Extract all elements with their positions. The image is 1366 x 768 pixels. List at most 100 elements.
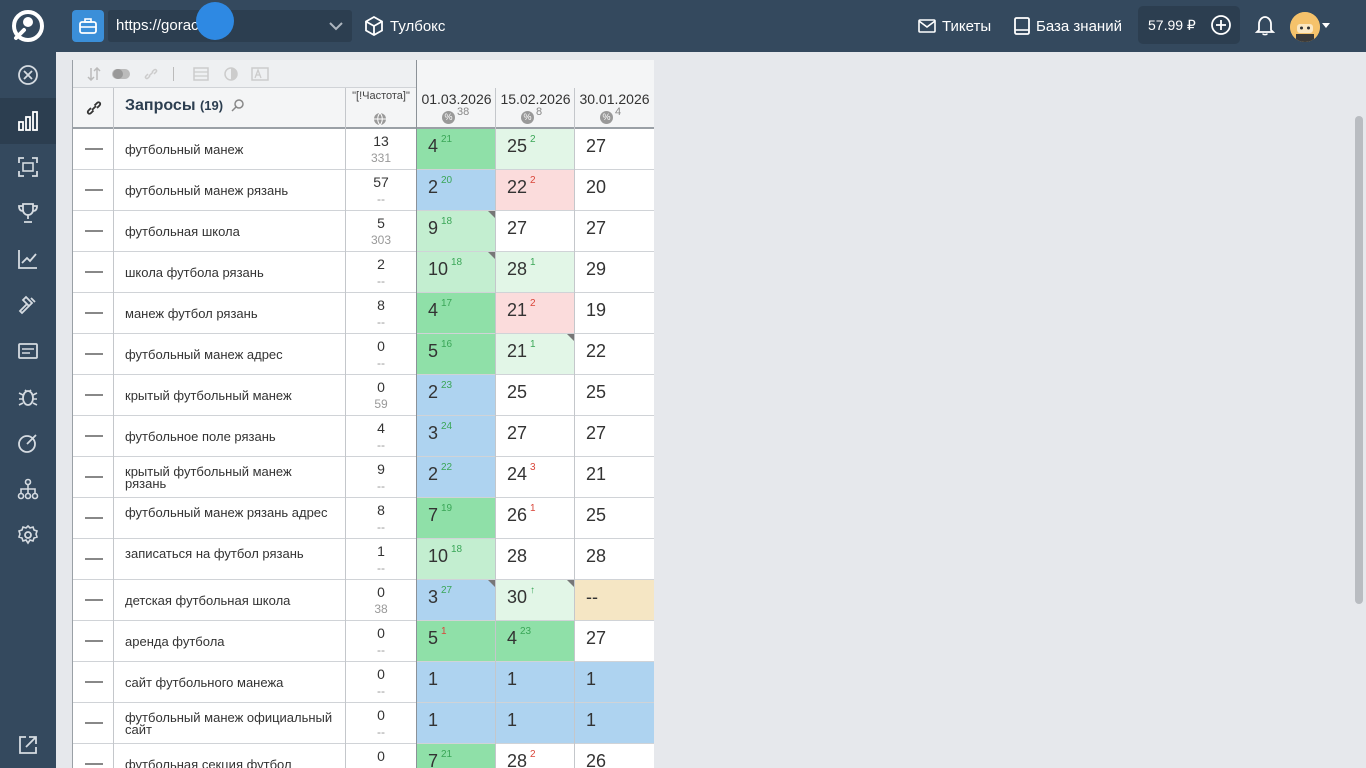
position-cell[interactable]: 26 [575, 744, 654, 768]
position-cell[interactable]: 21 2 [496, 293, 575, 333]
position-cell[interactable]: 1 [575, 662, 654, 702]
position-cell[interactable]: 25 [575, 375, 654, 415]
balance-widget[interactable]: 57.99 ₽ [1138, 6, 1240, 44]
position-cell[interactable]: 9 18 [417, 211, 496, 251]
query-text[interactable]: аренда футбола [125, 635, 335, 648]
sidebar-item-external[interactable] [0, 722, 56, 768]
position-cell[interactable]: 1 [575, 703, 654, 743]
query-text[interactable]: крытый футбольный манеж рязань [125, 465, 335, 490]
position-cell[interactable]: 51 [417, 621, 496, 661]
position-cell[interactable]: 27 [496, 416, 575, 456]
position-cell[interactable]: 30 ↑ [496, 580, 575, 620]
frequency-header[interactable]: "[!Частота]" [345, 90, 417, 102]
toolbox-link[interactable]: Тулбокс [364, 14, 445, 38]
row-collapse-icon[interactable] [85, 558, 103, 560]
sidebar-item-content[interactable] [0, 420, 56, 466]
query-text[interactable]: футбольное поле рязань [125, 430, 335, 443]
link-icon[interactable] [143, 67, 159, 81]
position-cell[interactable]: 28 [575, 539, 654, 579]
contrast-icon[interactable] [223, 67, 239, 81]
project-button[interactable] [72, 10, 104, 42]
table-view-icon[interactable] [193, 67, 209, 81]
position-cell[interactable]: 28 2 [496, 744, 575, 768]
row-collapse-icon[interactable] [85, 681, 103, 683]
avatar[interactable] [1290, 12, 1320, 42]
position-cell[interactable]: 2 23 [417, 375, 496, 415]
query-text[interactable]: записаться на футбол рязань [125, 547, 335, 560]
sidebar-item-screen-scan[interactable] [0, 144, 56, 190]
row-collapse-icon[interactable] [85, 189, 103, 191]
sidebar-item-structure[interactable] [0, 466, 56, 512]
link-header-icon[interactable] [85, 100, 103, 116]
position-cell[interactable]: 20 [575, 170, 654, 210]
row-collapse-icon[interactable] [85, 435, 103, 437]
tickets-link[interactable]: Тикеты [918, 14, 991, 38]
query-text[interactable]: футбольный манеж официальный сайт [125, 711, 335, 736]
sidebar-item-trophy[interactable] [0, 190, 56, 236]
position-cell[interactable]: 27 [575, 211, 654, 251]
sidebar-item-ads[interactable] [0, 328, 56, 374]
row-collapse-icon[interactable] [85, 476, 103, 478]
bell-icon[interactable] [1254, 14, 1276, 36]
sort-icon[interactable] [87, 67, 101, 81]
position-cell[interactable]: 22 [575, 334, 654, 374]
row-collapse-icon[interactable] [85, 722, 103, 724]
position-cell[interactable]: 10 18 [417, 539, 496, 579]
logo-icon[interactable] [10, 8, 46, 44]
position-cell[interactable]: 1 [496, 662, 575, 702]
position-cell[interactable]: 21 [575, 457, 654, 497]
position-cell[interactable]: 10 18 [417, 252, 496, 292]
position-cell[interactable]: 4 17 [417, 293, 496, 333]
sidebar-item-audit[interactable] [0, 374, 56, 420]
row-collapse-icon[interactable] [85, 763, 103, 765]
position-cell[interactable]: 7 21 [417, 744, 496, 768]
query-text[interactable]: манеж футбол рязань [125, 307, 335, 320]
add-funds-icon[interactable] [1210, 14, 1232, 36]
position-cell[interactable]: 3 27 [417, 580, 496, 620]
position-cell[interactable]: 222 [417, 457, 496, 497]
position-cell[interactable]: 3 24 [417, 416, 496, 456]
text-format-icon[interactable] [251, 67, 269, 81]
row-collapse-icon[interactable] [85, 271, 103, 273]
position-cell[interactable]: 27 [575, 129, 654, 169]
row-collapse-icon[interactable] [85, 599, 103, 601]
sidebar-item-trend[interactable] [0, 236, 56, 282]
date-header-0[interactable]: 01.03.2026 [417, 91, 496, 107]
row-collapse-icon[interactable] [85, 230, 103, 232]
query-text[interactable]: футбольный манеж [125, 143, 335, 156]
sidebar-item-positions[interactable] [0, 98, 56, 144]
sidebar-item-settings[interactable] [0, 512, 56, 558]
position-cell[interactable]: 222 [496, 170, 575, 210]
query-text[interactable]: футбольный манеж адрес [125, 348, 335, 361]
scrollbar-thumb[interactable] [1355, 116, 1363, 604]
position-cell[interactable]: 28 1 [496, 252, 575, 292]
position-cell[interactable]: 1 [496, 703, 575, 743]
position-cell[interactable]: 26 1 [496, 498, 575, 538]
query-text[interactable]: школа футбола рязань [125, 266, 335, 279]
row-collapse-icon[interactable] [85, 353, 103, 355]
position-cell[interactable]: 1 [417, 703, 496, 743]
position-cell[interactable]: 27 [575, 416, 654, 456]
position-cell[interactable]: 25 [575, 498, 654, 538]
position-cell[interactable]: 1 [417, 662, 496, 702]
query-text[interactable]: футбольный манеж рязань [125, 184, 335, 197]
position-cell[interactable]: 27 [575, 621, 654, 661]
row-collapse-icon[interactable] [85, 394, 103, 396]
position-cell[interactable]: 29 [575, 252, 654, 292]
position-cell[interactable]: 27 [496, 211, 575, 251]
row-collapse-icon[interactable] [85, 517, 103, 519]
knowledge-base-link[interactable]: База знаний [1014, 14, 1122, 38]
avatar-chevron-icon[interactable] [1322, 23, 1330, 28]
query-text[interactable]: футбольный манеж рязань адрес [125, 506, 335, 519]
position-cell[interactable]: 7 19 [417, 498, 496, 538]
position-cell[interactable]: 24 3 [496, 457, 575, 497]
position-cell[interactable]: 21 1 [496, 334, 575, 374]
position-cell[interactable]: 5 16 [417, 334, 496, 374]
row-collapse-icon[interactable] [85, 312, 103, 314]
sidebar-item-dashboard[interactable] [0, 52, 56, 98]
position-cell[interactable]: 4 21 [417, 129, 496, 169]
toggle-icon[interactable] [111, 67, 131, 81]
position-cell[interactable]: 28 [496, 539, 575, 579]
query-text[interactable]: детская футбольная школа [125, 594, 335, 607]
position-cell[interactable]: 25 [496, 375, 575, 415]
